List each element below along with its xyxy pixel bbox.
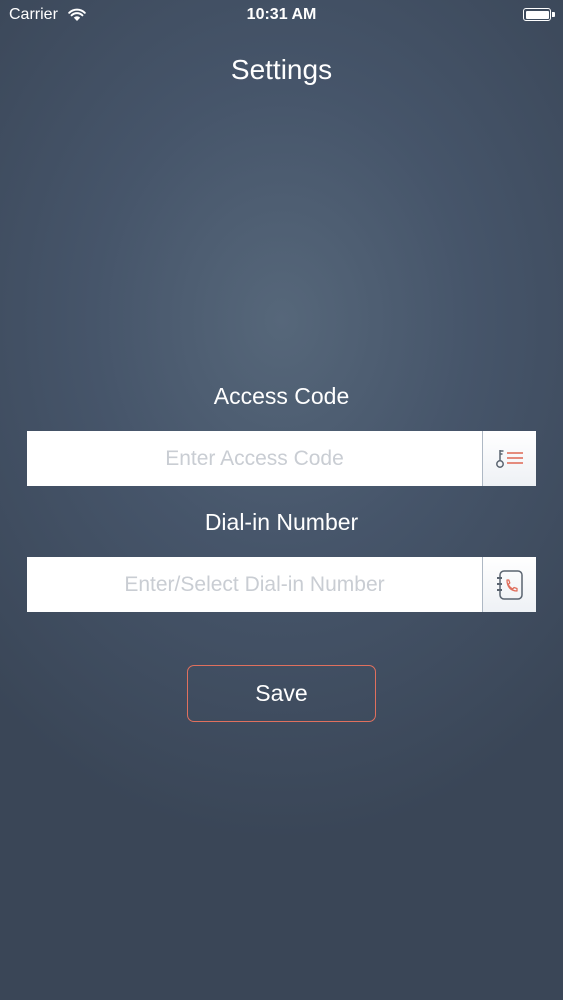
- access-code-input[interactable]: [27, 431, 482, 486]
- dial-in-row: [27, 557, 536, 612]
- page-title: Settings: [230, 54, 333, 85]
- dial-in-phonebook-button[interactable]: [482, 557, 536, 612]
- access-code-row: [27, 431, 536, 486]
- phonebook-icon: [496, 569, 523, 600]
- save-button[interactable]: Save: [187, 665, 376, 722]
- status-bar: Carrier 10:31 AM: [0, 0, 563, 30]
- access-code-label: Access Code: [213, 383, 350, 409]
- battery-icon: [523, 8, 551, 21]
- battery-tip: [552, 12, 555, 17]
- access-code-list-button[interactable]: [482, 431, 536, 486]
- dial-in-label: Dial-in Number: [204, 509, 359, 535]
- key-list-icon: [495, 449, 523, 468]
- status-time: 10:31 AM: [246, 6, 317, 23]
- dial-in-input[interactable]: [27, 557, 482, 612]
- battery-level: [525, 10, 549, 19]
